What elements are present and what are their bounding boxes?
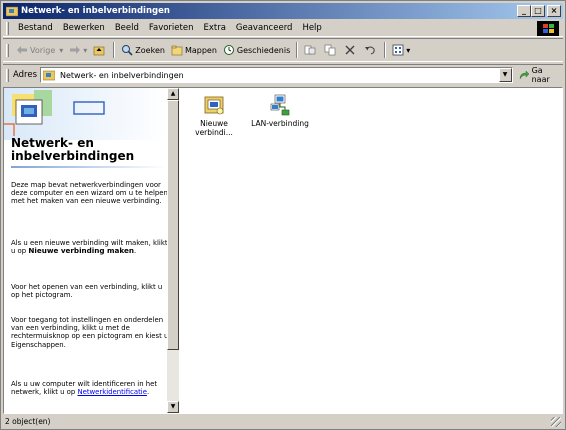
network-folder-icon — [42, 69, 56, 81]
new-connection-bold: Nieuwe verbinding maken — [28, 246, 134, 256]
forward-arrow-icon — [69, 44, 81, 56]
search-icon — [121, 44, 133, 56]
file-list: Nieuwe verbindi... LAN-verbinding — [180, 88, 562, 413]
copy-to-icon — [324, 44, 336, 56]
menu-extra[interactable]: Extra — [198, 23, 230, 33]
folders-button[interactable]: Mappen — [168, 44, 220, 56]
menu-bar: Bestand Bewerken Beeld Favorieten Extra … — [3, 20, 563, 37]
left-pane-scrollbar[interactable]: ▲ ▼ — [167, 88, 179, 413]
scroll-down-button[interactable]: ▼ — [167, 401, 179, 413]
identification-text: Als u uw computer wilt identificeren in … — [11, 380, 169, 396]
status-text: 2 object(en) — [5, 417, 51, 426]
address-value: Netwerk- en inbelverbindingen — [60, 70, 184, 80]
address-input[interactable]: Netwerk- en inbelverbindingen ▼ — [40, 67, 513, 83]
pane-title: Netwerk- en inbelverbindingen — [11, 136, 135, 163]
banner-graphic — [4, 88, 167, 140]
go-label: Ga naar — [531, 66, 550, 84]
up-folder-button[interactable] — [90, 44, 110, 56]
addressbar-grip[interactable] — [6, 68, 9, 82]
scroll-up-button[interactable]: ▲ — [167, 88, 179, 100]
lan-connection-item[interactable]: LAN-verbinding — [248, 94, 312, 128]
description-text: Deze map bevat netwerkverbindingen voor … — [11, 181, 168, 206]
resize-grip[interactable] — [551, 417, 561, 427]
menubar-grip[interactable] — [6, 21, 9, 35]
go-arrow-icon — [518, 69, 530, 81]
lan-connection-label: LAN-verbinding — [251, 119, 309, 128]
menu-beeld[interactable]: Beeld — [110, 23, 144, 33]
back-arrow-icon — [16, 44, 28, 56]
views-dropdown-icon[interactable]: ▾ — [406, 46, 410, 55]
web-view-pane: Netwerk- en inbelverbindingen Deze map b… — [4, 88, 179, 413]
menu-help[interactable]: Help — [297, 23, 326, 33]
history-button[interactable]: Geschiedenis — [220, 44, 293, 56]
address-label: Adres — [12, 70, 38, 80]
minimize-button[interactable]: _ — [517, 5, 531, 17]
new-connection-label: Nieuwe verbindi... — [195, 119, 233, 137]
close-button[interactable]: × — [547, 5, 561, 17]
delete-icon — [344, 44, 356, 56]
back-dropdown-icon[interactable]: ▾ — [59, 46, 63, 55]
folders-label: Mappen — [184, 45, 217, 55]
new-connection-icon — [203, 94, 225, 116]
toolbar-grip[interactable] — [6, 43, 9, 57]
menu-geavanceerd[interactable]: Geavanceerd — [231, 23, 298, 33]
history-label: Geschiedenis — [236, 45, 291, 55]
copy-to-button[interactable] — [321, 44, 341, 56]
toolbar-separator — [296, 42, 299, 58]
identification-text-post: . — [146, 388, 150, 397]
undo-button[interactable] — [361, 44, 381, 56]
new-connection-text: Als u een nieuwe verbinding wilt maken, … — [11, 239, 169, 255]
forward-dropdown-icon[interactable]: ▾ — [83, 46, 87, 55]
menu-bewerken[interactable]: Bewerken — [58, 23, 110, 33]
network-folder-icon — [5, 5, 19, 17]
maximize-button[interactable]: □ — [531, 5, 545, 17]
address-bar: Adres Netwerk- en inbelverbindingen ▼ Ga… — [3, 64, 563, 85]
search-button[interactable]: Zoeken — [118, 44, 168, 56]
windows-logo-icon — [537, 21, 559, 36]
undo-icon — [364, 44, 376, 56]
title-divider — [11, 166, 166, 168]
views-icon — [392, 44, 404, 56]
back-label: Vorige — [30, 45, 56, 55]
open-connection-text: Voor het openen van een verbinding, klik… — [11, 283, 163, 300]
network-identification-link[interactable]: Netwerkidentificatie — [77, 388, 147, 396]
back-button[interactable]: Vorige ▾ — [13, 44, 66, 56]
forward-button[interactable]: ▾ — [66, 44, 90, 56]
folders-icon — [171, 44, 183, 56]
address-dropdown-button[interactable]: ▼ — [498, 68, 512, 82]
toolbar-separator — [113, 42, 116, 58]
explorer-window: Netwerk- en inbelverbindingen _ □ × Best… — [0, 0, 566, 430]
status-bar: 2 object(en) — [3, 416, 563, 429]
history-icon — [223, 44, 235, 56]
menu-favorieten[interactable]: Favorieten — [144, 23, 199, 33]
move-to-button[interactable] — [301, 44, 321, 56]
content-area: Netwerk- en inbelverbindingen Deze map b… — [3, 87, 563, 414]
scroll-thumb[interactable] — [167, 100, 179, 350]
window-title: Netwerk- en inbelverbindingen — [21, 6, 170, 16]
delete-button[interactable] — [341, 44, 361, 56]
toolbar-separator — [384, 42, 387, 58]
lan-connection-icon — [269, 94, 291, 116]
title-bar[interactable]: Netwerk- en inbelverbindingen _ □ × — [3, 3, 563, 19]
standard-toolbar: Vorige ▾ ▾ Zoeken Mappen Geschiedenis ▾ — [3, 38, 563, 62]
properties-text: Voor toegang tot instellingen en onderde… — [11, 316, 169, 349]
new-connection-item[interactable]: Nieuwe verbindi... — [184, 94, 244, 137]
move-to-icon — [304, 44, 316, 56]
menu-bestand[interactable]: Bestand — [13, 23, 58, 33]
go-button[interactable]: Ga naar — [518, 66, 563, 84]
search-label: Zoeken — [135, 45, 165, 55]
views-button[interactable]: ▾ — [389, 44, 413, 56]
new-connection-text-post: . — [133, 247, 137, 256]
up-folder-icon — [93, 44, 105, 56]
